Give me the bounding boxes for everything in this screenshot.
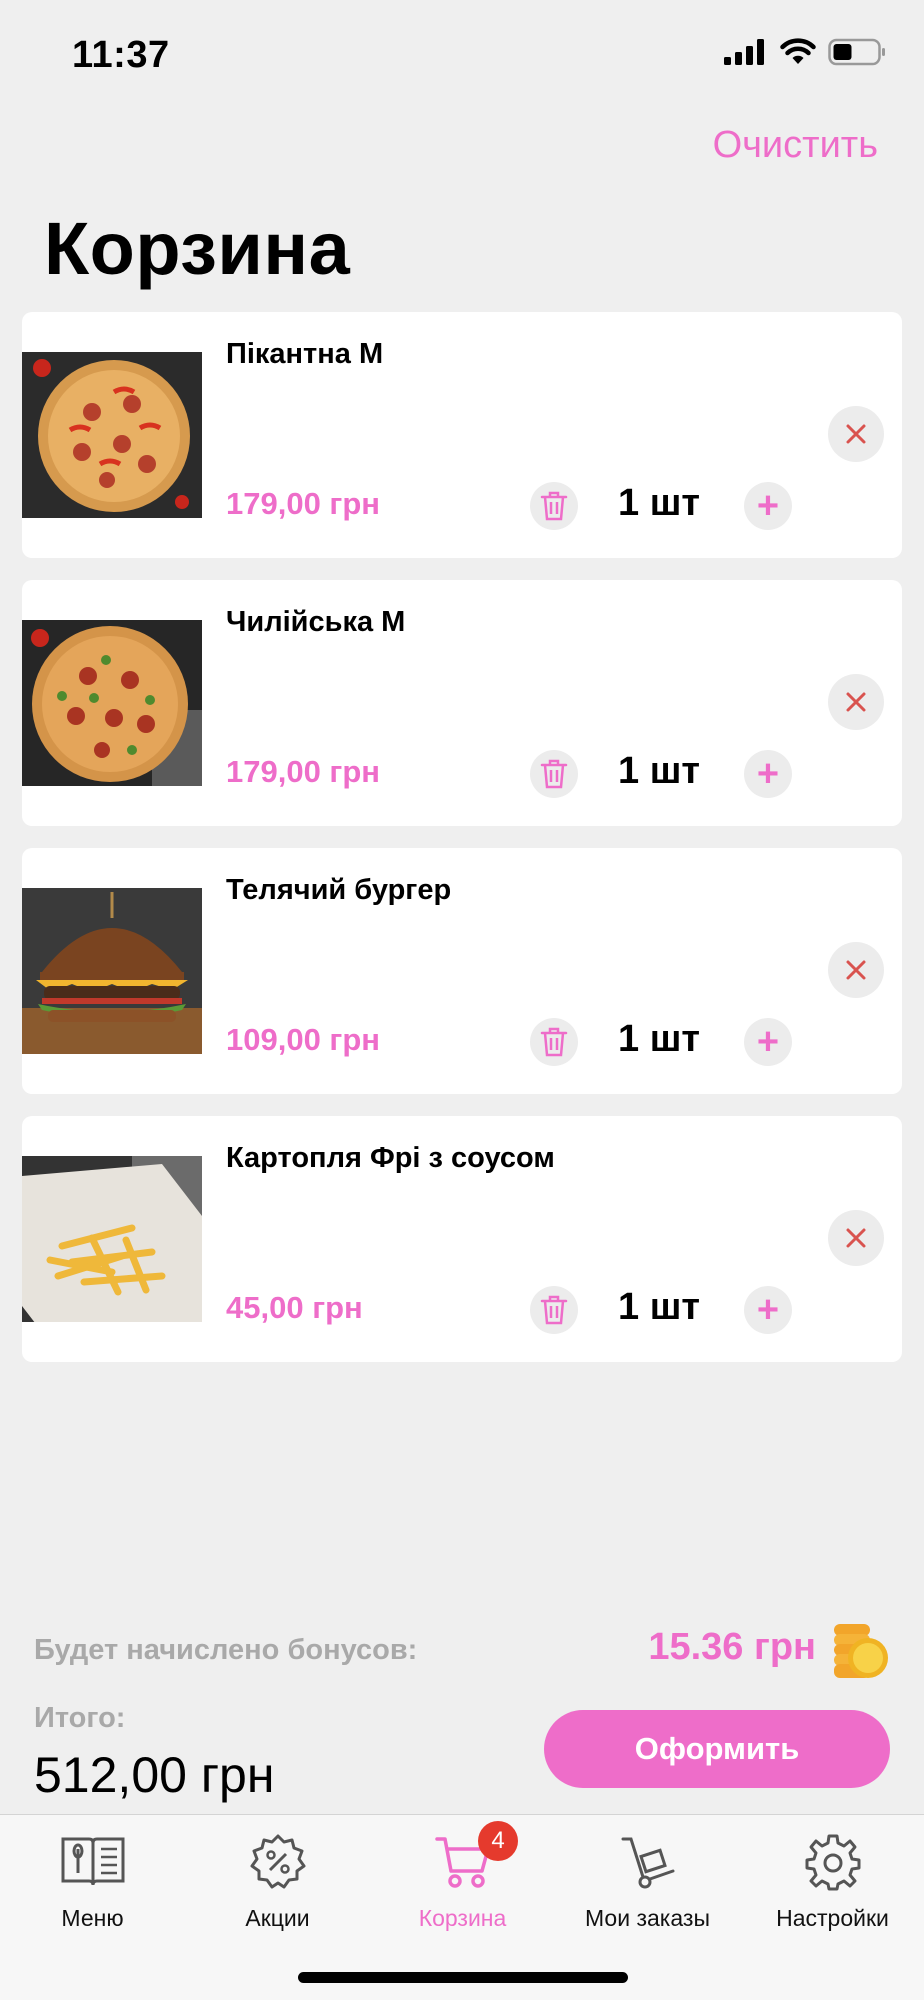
tab-label: Меню: [61, 1905, 124, 1931]
close-icon: [846, 424, 866, 444]
tab-label: Настройки: [776, 1905, 889, 1931]
tab-label: Акции: [245, 1905, 310, 1931]
item-quantity: 1 шт: [618, 1286, 700, 1328]
trash-icon: [540, 759, 568, 789]
tab-settings[interactable]: Настройки: [740, 1815, 924, 1935]
item-name: Картопля Фрі з соусом: [226, 1142, 555, 1174]
tab-label: Корзина: [418, 1905, 507, 1931]
trash-icon: [540, 1295, 568, 1325]
coins-icon: [834, 1624, 888, 1678]
plus-icon: +: [756, 1289, 780, 1331]
tab-cart[interactable]: 4 Корзина: [370, 1815, 555, 1935]
tab-my-orders[interactable]: Мои заказы: [555, 1815, 740, 1935]
status-time: 11:37: [72, 34, 170, 76]
clear-cart-button[interactable]: Очистить: [713, 124, 878, 167]
hand-truck-icon: [621, 1837, 674, 1889]
remove-item-button[interactable]: [828, 674, 884, 730]
checkout-button[interactable]: Оформить: [544, 1710, 890, 1788]
status-icons: [724, 38, 886, 66]
total-value: 512,00 грн: [34, 1747, 275, 1803]
plus-icon: +: [756, 1021, 780, 1063]
item-price: 179,00 грн: [226, 486, 381, 521]
home-indicator: [298, 1972, 628, 1983]
item-name: Телячий бургер: [226, 874, 452, 906]
item-price: 45,00 грн: [226, 1290, 363, 1325]
decrease-quantity-button[interactable]: [530, 1018, 578, 1066]
trash-icon: [540, 491, 568, 521]
plus-icon: +: [756, 485, 780, 527]
item-name: Чилійська М: [226, 606, 406, 638]
item-quantity: 1 шт: [618, 750, 700, 792]
close-icon: [846, 1228, 866, 1248]
cart-count-badge: 4: [478, 1821, 518, 1861]
increase-quantity-button[interactable]: +: [744, 750, 792, 798]
remove-item-button[interactable]: [828, 1210, 884, 1266]
plus-icon: +: [756, 753, 780, 795]
wifi-icon: [780, 38, 816, 64]
decrease-quantity-button[interactable]: [530, 482, 578, 530]
close-icon: [846, 692, 866, 712]
item-price: 179,00 грн: [226, 754, 381, 789]
cart-item: Чилійська М 179,00 грн 1 шт +: [22, 580, 902, 826]
trash-icon: [540, 1027, 568, 1057]
percent-gear-icon: [250, 1834, 305, 1889]
tab-label: Мои заказы: [585, 1905, 710, 1931]
item-quantity: 1 шт: [618, 482, 700, 524]
increase-quantity-button[interactable]: +: [744, 1286, 792, 1334]
pizza-chili-image: [22, 620, 202, 786]
decrease-quantity-button[interactable]: [530, 750, 578, 798]
gear-icon: [805, 1834, 860, 1891]
cart-item: Картопля Фрі з соусом 45,00 грн 1 шт +: [22, 1116, 902, 1362]
item-quantity: 1 шт: [618, 1018, 700, 1060]
cellular-signal-icon: [724, 39, 764, 65]
total-label: Итого:: [34, 1702, 126, 1734]
tab-menu[interactable]: Меню: [0, 1815, 185, 1935]
french-fries-image: [22, 1156, 202, 1322]
item-name: Пікантна М: [226, 338, 384, 370]
decrease-quantity-button[interactable]: [530, 1286, 578, 1334]
cart-list: Пікантна М 179,00 грн 1 шт + Чилійська М…: [22, 312, 902, 1384]
cart-item: Пікантна М 179,00 грн 1 шт +: [22, 312, 902, 558]
bonus-label: Будет начислено бонусов:: [34, 1634, 418, 1666]
cart-item: Телячий бургер 109,00 грн 1 шт +: [22, 848, 902, 1094]
increase-quantity-button[interactable]: +: [744, 482, 792, 530]
menu-book-icon: [61, 1837, 124, 1886]
status-bar: 11:37: [0, 0, 924, 110]
page-title: Корзина: [44, 207, 351, 290]
battery-icon: [828, 38, 885, 66]
veal-burger-image: [22, 888, 202, 1054]
pizza-picante-image: [22, 352, 202, 518]
remove-item-button[interactable]: [828, 406, 884, 462]
item-price: 109,00 грн: [226, 1022, 381, 1057]
tab-promotions[interactable]: Акции: [185, 1815, 370, 1935]
bonus-value: 15.36 грн: [648, 1626, 816, 1668]
remove-item-button[interactable]: [828, 942, 884, 998]
close-icon: [846, 960, 866, 980]
increase-quantity-button[interactable]: +: [744, 1018, 792, 1066]
